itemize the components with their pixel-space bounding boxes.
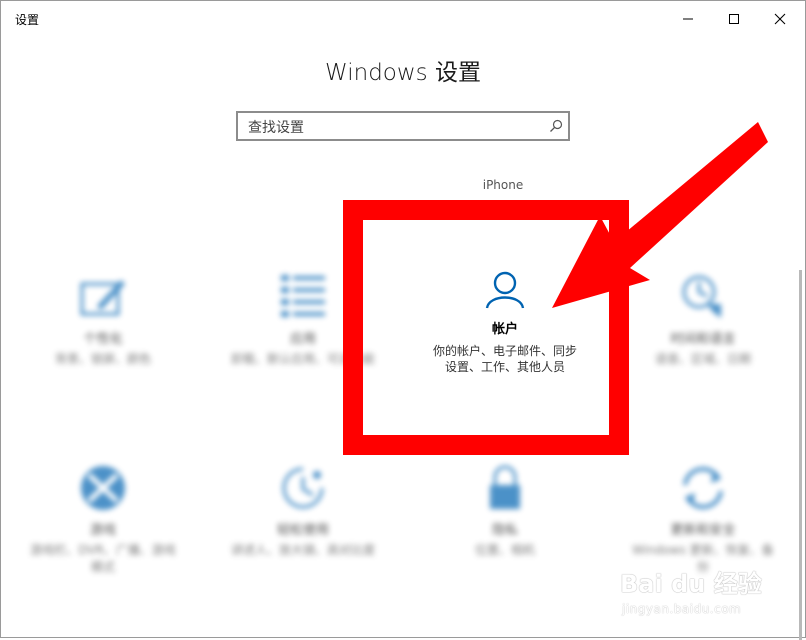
maximize-button[interactable] [711,0,757,38]
gaming-icon [81,466,125,510]
page-title: Windows 设置 [325,60,481,86]
tile-accounts[interactable]: 帐户 你的帐户、电子邮件、同步 设置、工作、其他人员 [430,270,580,375]
search-input[interactable] [246,117,540,139]
tile-time-language[interactable]: 时间和语言 语音、区域、日期 [628,272,778,368]
close-icon [774,13,786,25]
title-bar: 设置 [0,0,806,38]
tile-label: 轻松使用 [276,523,329,538]
tile-description: 讲述人、放大镜、高对比度 [230,543,375,557]
tile-label: 隐私 [491,523,518,538]
watermark-brand: Bai du 经验 [620,570,762,598]
time-language-icon [682,275,721,318]
tile-label: 游戏 [89,523,116,538]
update-security-icon [683,467,723,509]
description-line-2: 设置、工作、其他人员 [444,360,565,374]
tile-description: 卸载、默认应用、可选功能 [230,352,375,366]
close-button[interactable] [757,0,803,38]
tile-label: 更新和安全 [670,523,736,538]
tile-privacy[interactable]: 隐私 位置、相机 [430,463,580,559]
tile-description: 位置、相机 [474,543,535,557]
tile-label: 时间和语言 [670,332,736,347]
privacy-icon [490,465,520,509]
account-icon [485,271,525,309]
apps-icon [281,275,325,317]
tile-apps[interactable]: 应用 卸载、默认应用、可选功能 [228,272,378,368]
tile-personalization[interactable]: 个性化 背景、锁屏、颜色 [28,272,178,368]
phone-tile-label: iPhone [482,178,524,192]
search-box[interactable] [236,111,570,141]
tile-label: 个性化 [83,332,123,347]
tile-description: 你的帐户、电子邮件、同步 设置、工作、其他人员 [430,343,580,375]
search-icon[interactable] [549,119,563,133]
tile-description: 游戏栏、DVR、广播、游戏模式 [30,543,176,574]
baidu-watermark: Bai du 经验 jingyan.baidu.com [620,560,770,630]
window-title: 设置 [15,13,40,27]
ease-of-access-icon [282,467,324,509]
tile-label: 应用 [289,332,316,347]
description-line-1: 你的帐户、电子邮件、同步 [432,344,577,358]
tile-description: 背景、锁屏、颜色 [54,352,151,366]
tile-ease-of-access[interactable]: 轻松使用 讲述人、放大镜、高对比度 [228,463,378,559]
maximize-icon [729,14,739,24]
tile-description: 语音、区域、日期 [654,352,751,366]
minimize-icon [683,18,693,20]
scrollbar[interactable] [799,270,802,640]
watermark-url: jingyan.baidu.com [622,602,742,616]
personalization-icon [80,280,125,316]
tile-label: 帐户 [491,322,518,337]
minimize-button[interactable] [665,0,711,38]
tile-gaming[interactable]: 游戏 游戏栏、DVR、广播、游戏模式 [28,463,178,576]
